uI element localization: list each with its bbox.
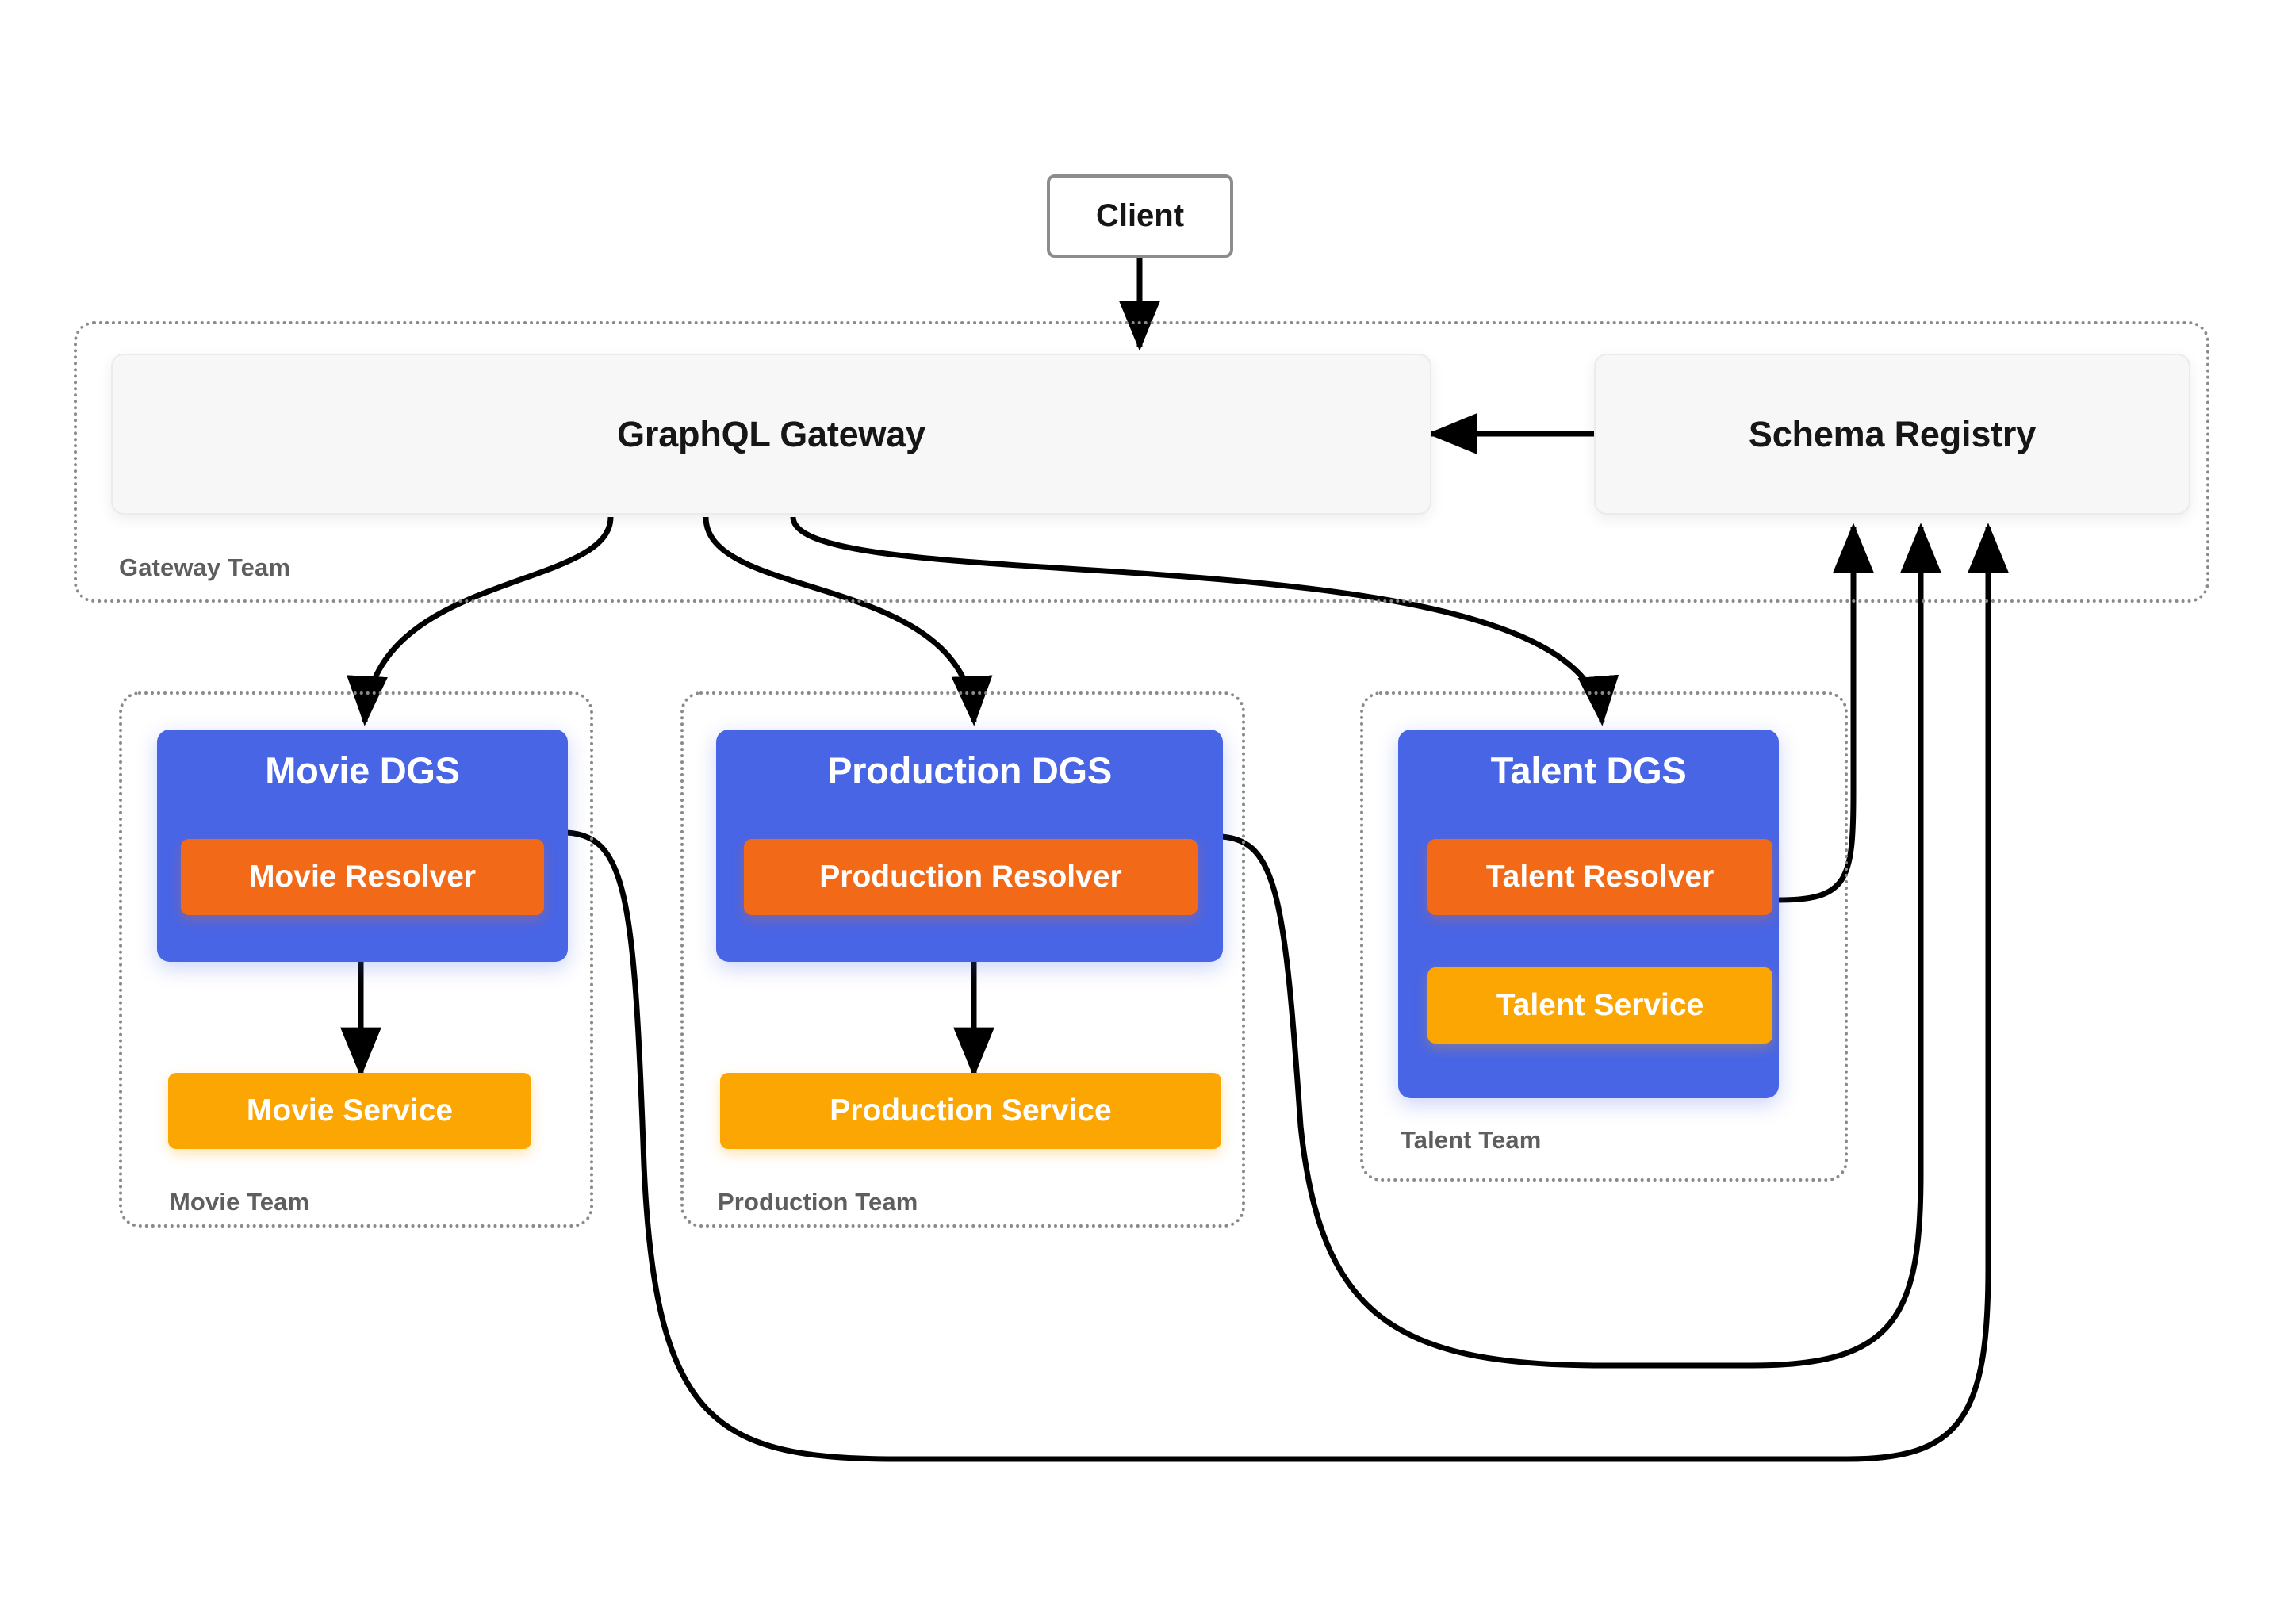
production-resolver-node[interactable]: Production Resolver bbox=[744, 839, 1198, 915]
production-service-node[interactable]: Production Service bbox=[720, 1073, 1221, 1149]
team-label-movie: Movie Team bbox=[170, 1188, 310, 1216]
team-label-production: Production Team bbox=[718, 1188, 918, 1216]
talent-service-label: Talent Service bbox=[1496, 988, 1704, 1022]
client-label: Client bbox=[1095, 198, 1185, 233]
team-label-gateway: Gateway Team bbox=[119, 553, 291, 581]
movie-resolver-node[interactable]: Movie Resolver bbox=[181, 839, 544, 915]
graphql-gateway-label: GraphQL Gateway bbox=[617, 413, 925, 454]
movie-resolver-label: Movie Resolver bbox=[248, 860, 477, 894]
movie-service-label: Movie Service bbox=[246, 1094, 454, 1128]
client-node[interactable]: Client bbox=[1047, 174, 1233, 258]
production-dgs-label: Production DGS bbox=[827, 749, 1112, 791]
production-service-label: Production Service bbox=[830, 1094, 1112, 1128]
diagram-canvas: Client Gateway Team GraphQL Gateway Sche… bbox=[0, 0, 2284, 1624]
schema-registry-node[interactable]: Schema Registry bbox=[1594, 354, 2190, 515]
talent-resolver-label: Talent Resolver bbox=[1485, 860, 1715, 894]
team-label-talent: Talent Team bbox=[1401, 1126, 1542, 1154]
movie-dgs-label: Movie DGS bbox=[265, 749, 460, 791]
talent-service-node[interactable]: Talent Service bbox=[1428, 967, 1772, 1044]
schema-registry-label: Schema Registry bbox=[1748, 413, 2037, 454]
production-resolver-label: Production Resolver bbox=[819, 860, 1122, 894]
movie-service-node[interactable]: Movie Service bbox=[168, 1073, 531, 1149]
talent-dgs-label: Talent DGS bbox=[1490, 749, 1687, 791]
talent-resolver-node[interactable]: Talent Resolver bbox=[1428, 839, 1772, 915]
graphql-gateway-node[interactable]: GraphQL Gateway bbox=[111, 354, 1431, 515]
